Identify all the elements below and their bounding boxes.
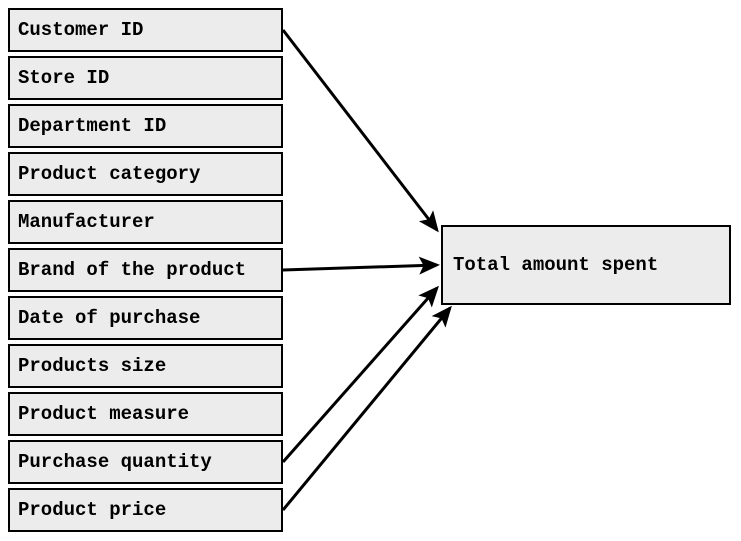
input-box-purchase-quantity: Purchase quantity — [8, 440, 283, 484]
input-box-product-price: Product price — [8, 488, 283, 532]
input-box-brand: Brand of the product — [8, 248, 283, 292]
input-label: Customer ID — [18, 19, 143, 41]
input-box-department-id: Department ID — [8, 104, 283, 148]
diagram-canvas: Customer ID Store ID Department ID Produ… — [0, 0, 741, 541]
arrow-customer-id-to-output — [283, 30, 437, 230]
input-label: Purchase quantity — [18, 451, 212, 473]
input-box-product-category: Product category — [8, 152, 283, 196]
input-label: Manufacturer — [18, 211, 155, 233]
input-label: Product price — [18, 499, 166, 521]
arrow-purchase-quantity-to-output — [283, 288, 437, 462]
output-label: Total amount spent — [453, 254, 658, 276]
input-label: Department ID — [18, 115, 166, 137]
input-box-products-size: Products size — [8, 344, 283, 388]
input-label: Date of purchase — [18, 307, 200, 329]
output-box-total-amount-spent: Total amount spent — [441, 225, 731, 305]
input-box-manufacturer: Manufacturer — [8, 200, 283, 244]
input-box-store-id: Store ID — [8, 56, 283, 100]
input-label: Products size — [18, 355, 166, 377]
input-box-product-measure: Product measure — [8, 392, 283, 436]
input-label: Product measure — [18, 403, 189, 425]
input-label: Store ID — [18, 67, 109, 89]
input-box-date-of-purchase: Date of purchase — [8, 296, 283, 340]
input-label: Product category — [18, 163, 200, 185]
arrow-product-price-to-output — [283, 308, 450, 510]
input-box-customer-id: Customer ID — [8, 8, 283, 52]
input-label: Brand of the product — [18, 259, 246, 281]
arrow-brand-to-output — [283, 265, 437, 270]
